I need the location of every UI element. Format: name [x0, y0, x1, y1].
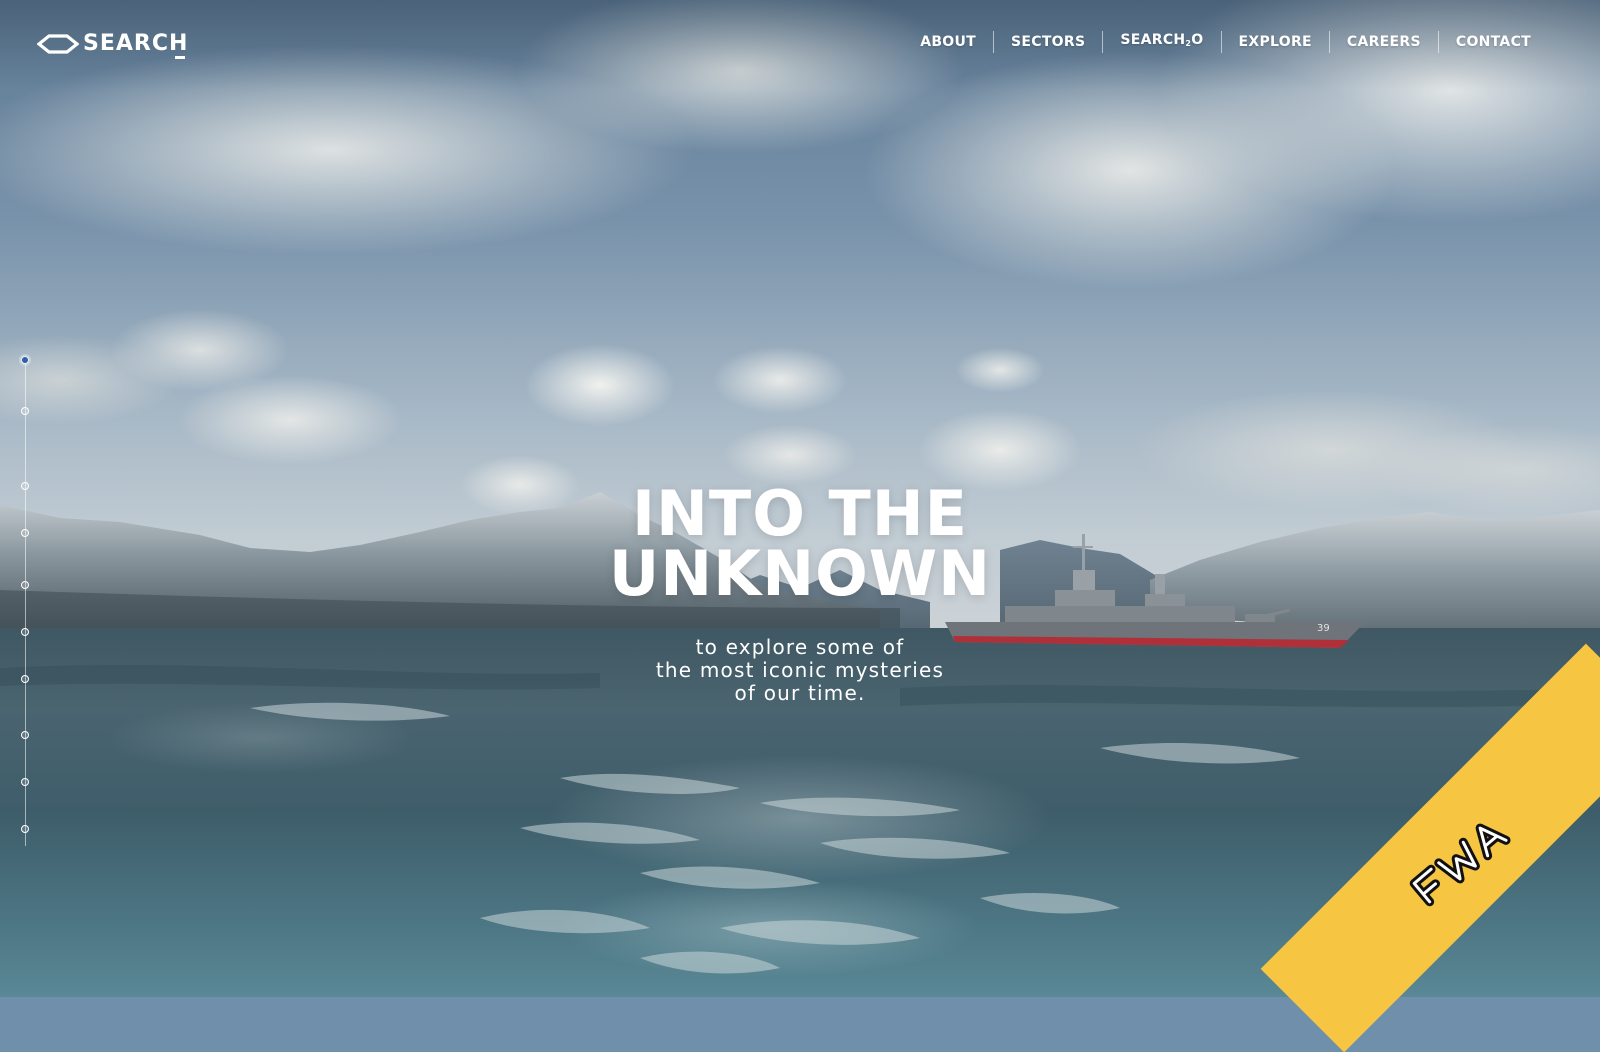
section-dot-2[interactable] — [21, 407, 29, 415]
logo-wordmark: SEARCH — [83, 28, 188, 60]
section-dot-5[interactable] — [21, 581, 29, 589]
hexagon-logo-icon — [37, 33, 79, 55]
hero-title: INTO THE UNKNOWN — [400, 483, 1200, 605]
progress-line — [25, 360, 26, 846]
section-progress-rail — [21, 356, 29, 846]
site-logo[interactable]: SEARCH — [37, 28, 188, 60]
section-dot-1[interactable] — [21, 356, 29, 364]
nav-careers[interactable]: CAREERS — [1330, 30, 1438, 54]
main-navigation: ABOUT SECTORS SEARCH2O EXPLORE CAREERS C… — [903, 30, 1548, 54]
hero-subtitle-line-1: to explore some of — [695, 635, 905, 659]
nav-contact[interactable]: CONTACT — [1439, 30, 1548, 54]
nav-explore-label: EXPLORE — [1238, 34, 1312, 50]
hull-number: 39 — [1317, 623, 1330, 634]
nav-search2o[interactable]: SEARCH2O — [1103, 28, 1220, 56]
section-dot-9[interactable] — [21, 778, 29, 786]
nav-explore[interactable]: EXPLORE — [1222, 30, 1329, 54]
section-dot-3[interactable] — [21, 482, 29, 490]
nav-sectors-label: SECTORS — [1011, 34, 1086, 50]
nav-search2o-suffix: O — [1191, 32, 1204, 48]
hero-subtitle-line-2: the most iconic mysteries — [655, 658, 945, 682]
nav-contact-label: CONTACT — [1455, 34, 1531, 50]
nav-about-label: ABOUT — [920, 34, 977, 50]
hero-subtitle: to explore some of the most iconic myste… — [500, 636, 1100, 705]
nav-about[interactable]: ABOUT — [903, 30, 993, 54]
nav-careers-label: CAREERS — [1346, 34, 1421, 50]
hero-title-line-2: UNKNOWN — [608, 537, 992, 610]
nav-sectors[interactable]: SECTORS — [994, 30, 1102, 54]
section-dot-6[interactable] — [21, 628, 29, 636]
section-dot-7[interactable] — [21, 675, 29, 683]
fwa-badge-logo[interactable] — [1395, 808, 1535, 918]
section-dot-4[interactable] — [21, 529, 29, 537]
site-header: SEARCH ABOUT SECTORS SEARCH2O EXPLORE CA… — [0, 0, 1600, 84]
nav-search2o-label: SEARCH — [1120, 32, 1186, 48]
section-dot-10[interactable] — [21, 825, 29, 833]
hero-subtitle-line-3: of our time. — [734, 681, 866, 705]
section-dot-8[interactable] — [21, 731, 29, 739]
